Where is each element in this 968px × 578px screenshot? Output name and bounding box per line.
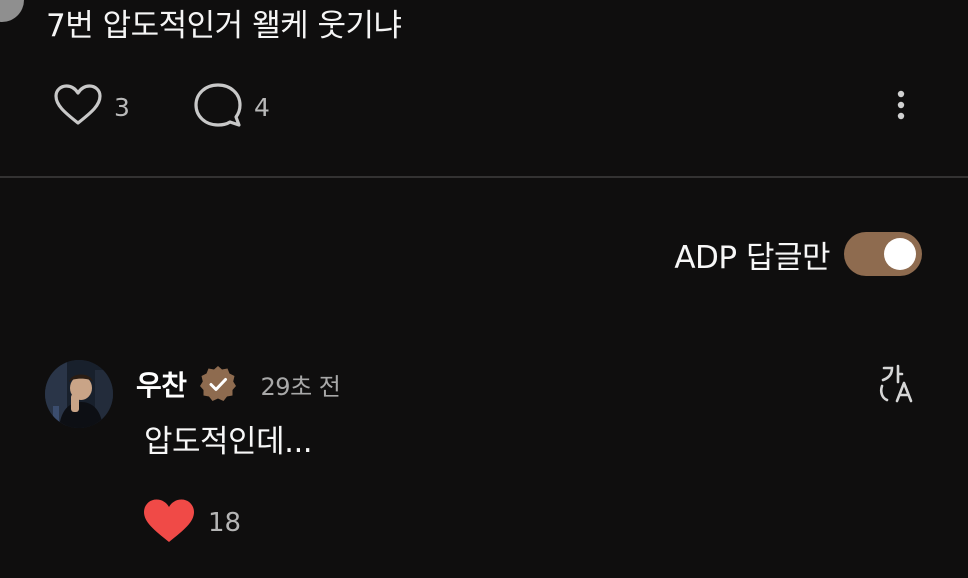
- heart-outline-icon: [52, 82, 104, 132]
- more-options-button[interactable]: [884, 88, 918, 126]
- toggle-knob: [884, 238, 916, 270]
- heart-filled-icon: [142, 497, 196, 549]
- comment-author-avatar[interactable]: [45, 360, 113, 428]
- comment-timestamp: 29초 전: [260, 372, 341, 401]
- comment-like-count: 18: [208, 508, 242, 538]
- post-like-count: 3: [114, 92, 130, 122]
- filter-label: ADP 답글만: [674, 239, 830, 276]
- post-reply-button[interactable]: 4: [192, 81, 270, 133]
- comment-text: 압도적인데...: [144, 424, 313, 460]
- filter-toggle[interactable]: [844, 232, 922, 276]
- comment-header: 우찬 29초 전: [136, 362, 341, 406]
- thread-page: 7번 압도적인거 왤케 웃기냐 3 4 ADP 답글만 우찬 29초 전 압도적…: [0, 0, 968, 578]
- comment-like-button[interactable]: 18: [142, 498, 241, 548]
- vertical-dots-icon: [897, 90, 905, 124]
- speech-bubble-icon: [192, 81, 244, 133]
- section-divider: [0, 176, 968, 178]
- comment-username[interactable]: 우찬: [136, 364, 187, 404]
- post-like-button[interactable]: 3: [52, 84, 130, 130]
- translate-button[interactable]: [878, 364, 922, 404]
- translate-icon: [878, 364, 922, 408]
- adp-replies-filter: ADP 답글만: [674, 230, 922, 278]
- post-author-avatar[interactable]: [0, 0, 24, 22]
- post-text: 7번 압도적인거 왤케 웃기냐: [46, 8, 402, 44]
- verified-badge-icon: [197, 363, 239, 405]
- post-reply-count: 4: [254, 92, 270, 122]
